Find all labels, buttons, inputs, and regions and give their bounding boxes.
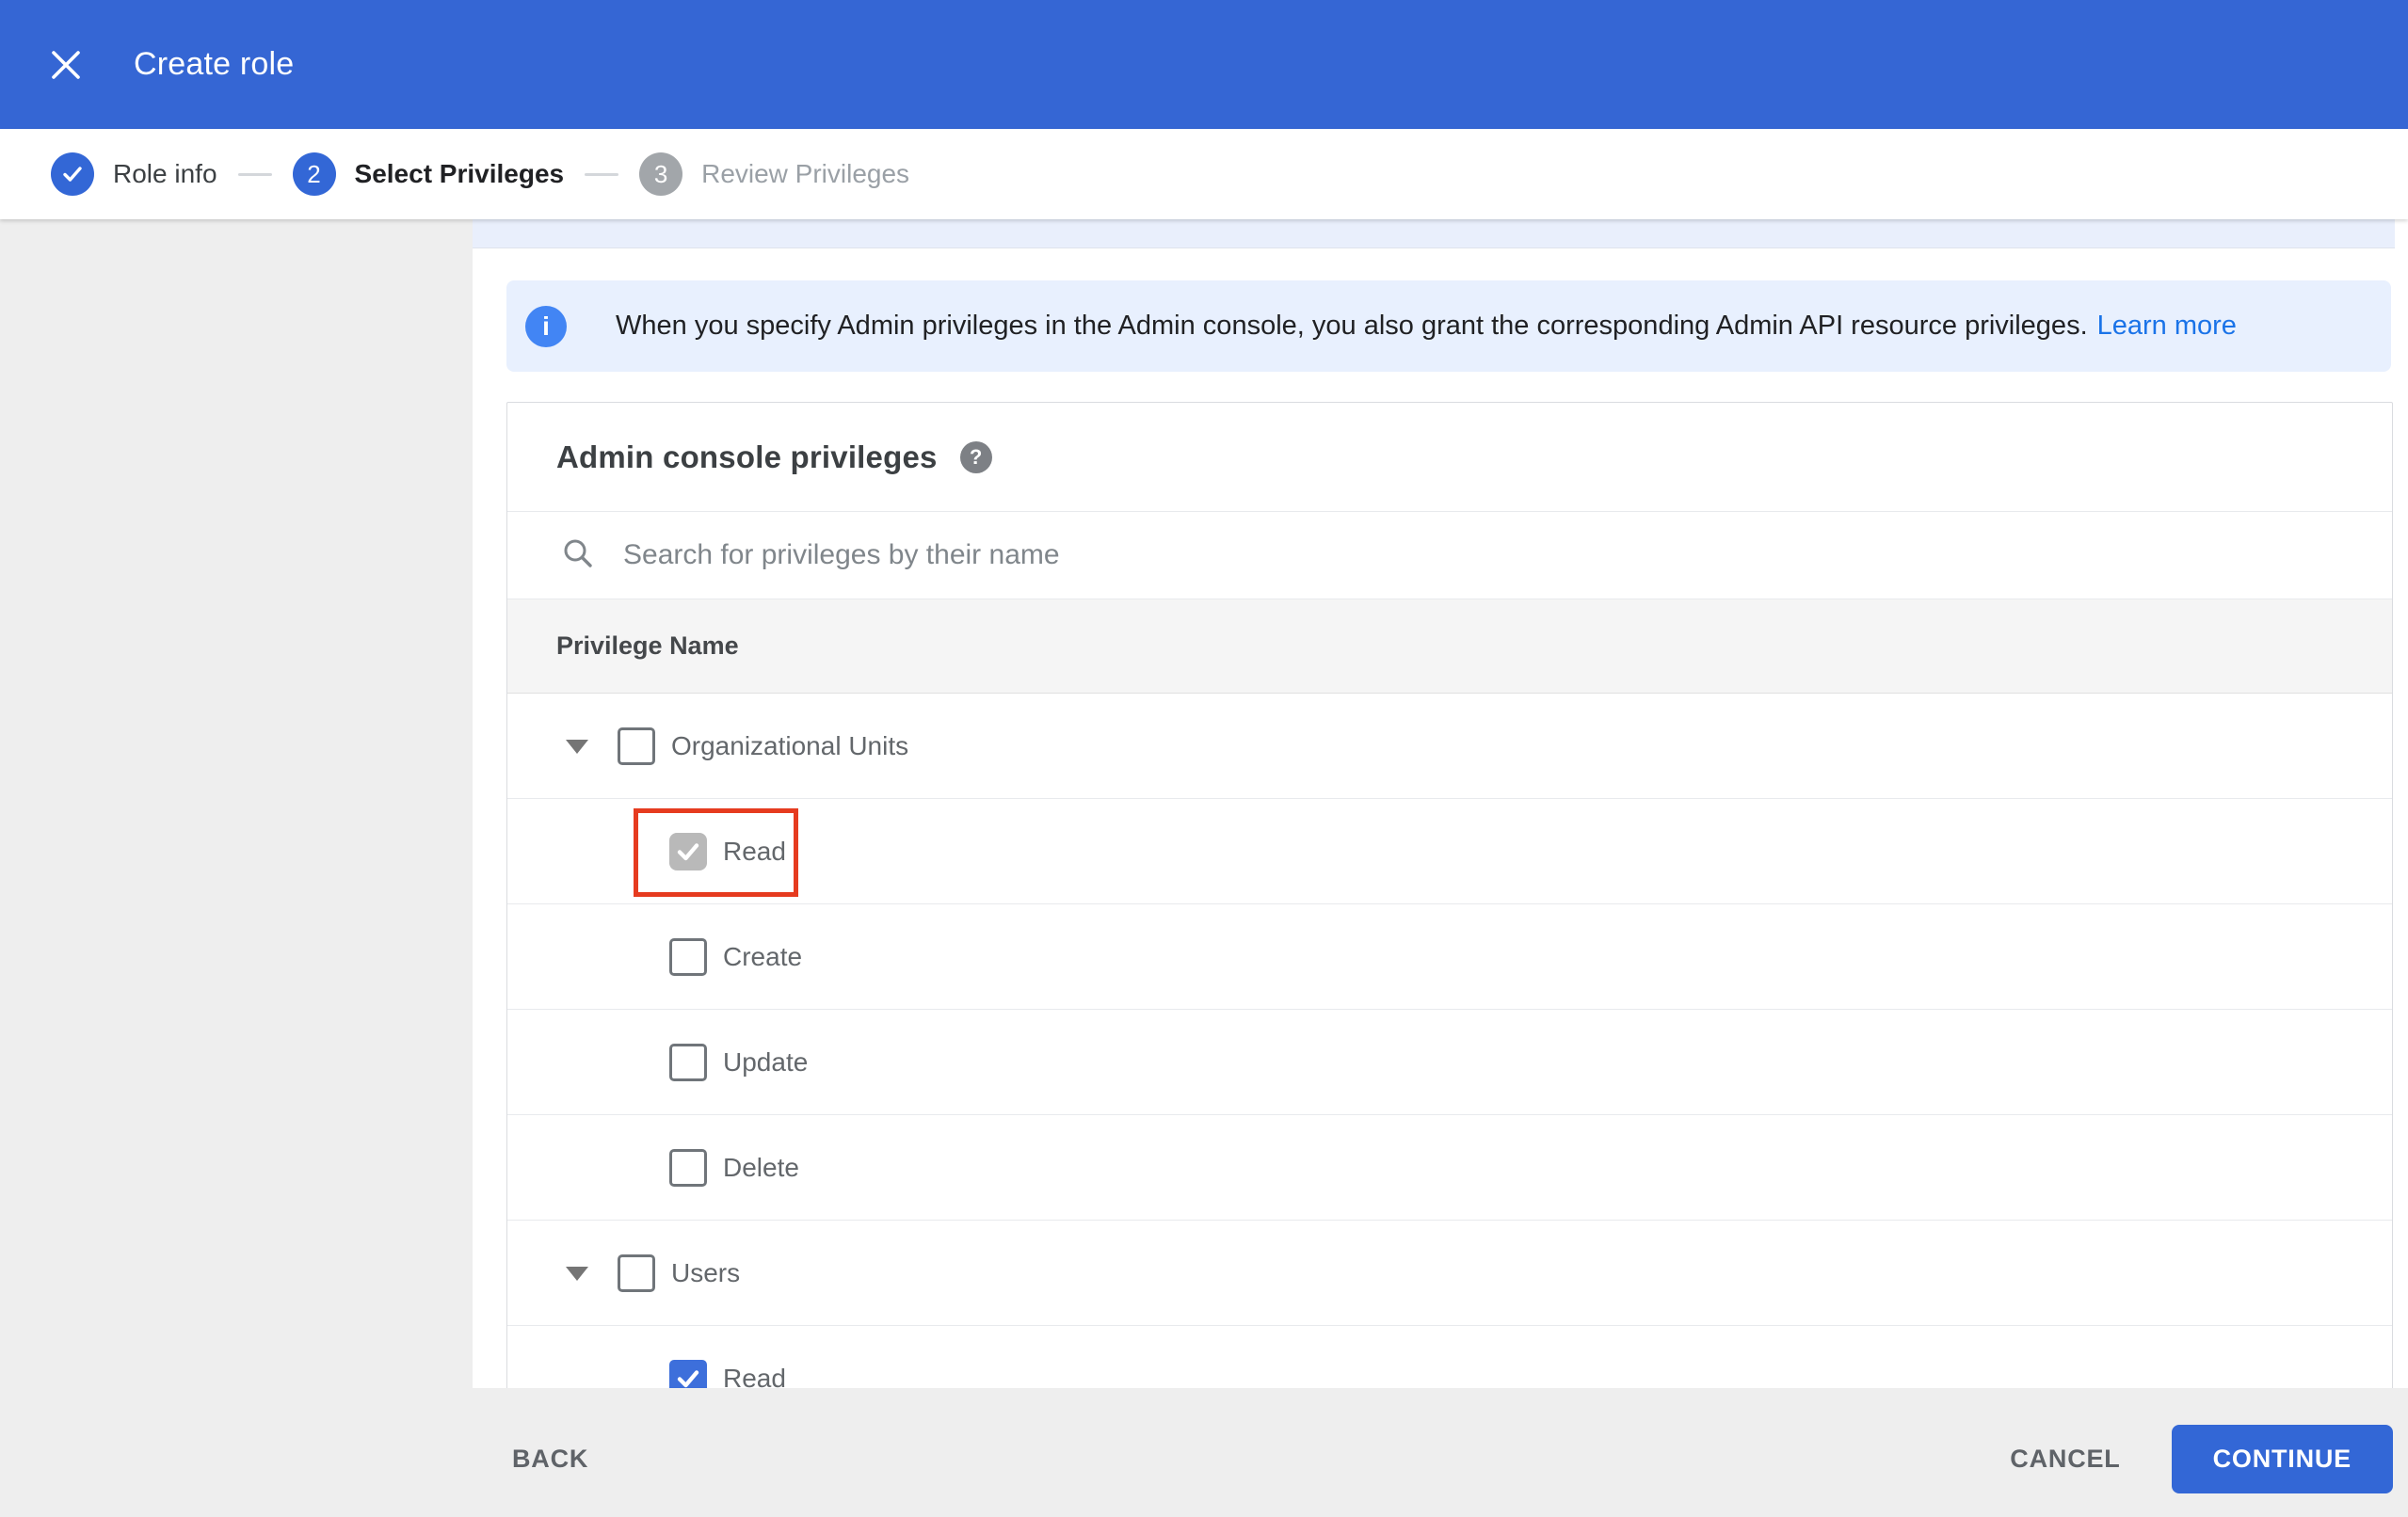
admin-privileges-card: Admin console privileges ? Privilege Nam… — [506, 402, 2393, 1388]
privilege-checkbox[interactable] — [669, 1359, 707, 1388]
privilege-row: Read — [507, 799, 2392, 904]
privilege-row: Users — [507, 1221, 2392, 1326]
privilege-label: Read — [723, 836, 786, 866]
content-area: i When you specify Admin privileges in t… — [0, 219, 2408, 1388]
step-review-privileges[interactable]: 3 Review Privileges — [639, 152, 909, 196]
step-label: Role info — [113, 159, 217, 188]
step-completed-check-icon — [51, 152, 94, 196]
card-header: Admin console privileges ? — [507, 403, 2392, 512]
privilege-row: Create — [507, 904, 2392, 1010]
step-number-badge: 3 — [639, 152, 683, 196]
dialog-title: Create role — [134, 46, 295, 82]
info-icon: i — [525, 305, 567, 347]
privilege-search-input[interactable] — [623, 539, 1905, 571]
privilege-checkbox[interactable] — [618, 1254, 655, 1292]
search-icon — [561, 536, 595, 575]
privilege-label: Organizational Units — [671, 730, 909, 760]
privilege-row: Delete — [507, 1115, 2392, 1221]
privilege-checkbox[interactable] — [669, 832, 707, 870]
dialog-footer: BACK CANCEL CONTINUE — [0, 1388, 2408, 1517]
learn-more-link[interactable]: Learn more — [2097, 311, 2237, 342]
privilege-label: Delete — [723, 1152, 799, 1182]
scrolled-element-edge — [473, 219, 2395, 248]
left-gutter — [0, 219, 473, 1388]
privilege-label: Read — [723, 1363, 786, 1389]
privilege-table-header: Privilege Name — [507, 599, 2392, 694]
privilege-checkbox[interactable] — [669, 937, 707, 976]
privilege-row: Update — [507, 1010, 2392, 1115]
step-connector — [585, 172, 619, 176]
help-icon[interactable]: ? — [959, 440, 992, 473]
close-icon[interactable] — [45, 44, 87, 86]
privilege-label: Create — [723, 941, 803, 971]
privilege-row: Organizational Units — [507, 694, 2392, 799]
step-label: Select Privileges — [354, 159, 565, 188]
info-banner: i When you specify Admin privileges in t… — [506, 280, 2391, 372]
expand-arrow-icon[interactable] — [566, 1266, 588, 1281]
step-connector — [237, 172, 272, 176]
expand-arrow-icon[interactable] — [566, 739, 588, 754]
info-banner-text: When you specify Admin privileges in the… — [616, 311, 2088, 341]
step-role-info[interactable]: Role info — [51, 152, 217, 196]
privilege-label: Update — [723, 1046, 809, 1077]
privilege-checkbox[interactable] — [669, 1148, 707, 1187]
privilege-search-row — [507, 512, 2392, 599]
step-number-badge: 2 — [292, 152, 336, 196]
app-bar: Create role — [0, 0, 2408, 129]
privilege-label: Users — [671, 1257, 741, 1287]
continue-button[interactable]: CONTINUE — [2171, 1425, 2393, 1493]
wizard-stepper: Role info 2 Select Privileges 3 Review P… — [0, 129, 2408, 219]
create-role-dialog: Create role Role info 2 Select Privilege… — [0, 0, 2408, 1517]
step-select-privileges[interactable]: 2 Select Privileges — [292, 152, 565, 196]
card-title: Admin console privileges — [556, 439, 938, 474]
privilege-row: Read — [507, 1326, 2392, 1388]
privilege-checkbox[interactable] — [669, 1043, 707, 1081]
scroll-pane[interactable]: i When you specify Admin privileges in t… — [473, 219, 2408, 1388]
cancel-button[interactable]: CANCEL — [1991, 1431, 2139, 1487]
privilege-checkbox[interactable] — [618, 727, 655, 765]
step-label: Review Privileges — [701, 159, 910, 188]
privilege-rows: Organizational Units Read Create Update Dele… — [507, 694, 2392, 1388]
back-button[interactable]: BACK — [493, 1431, 607, 1487]
